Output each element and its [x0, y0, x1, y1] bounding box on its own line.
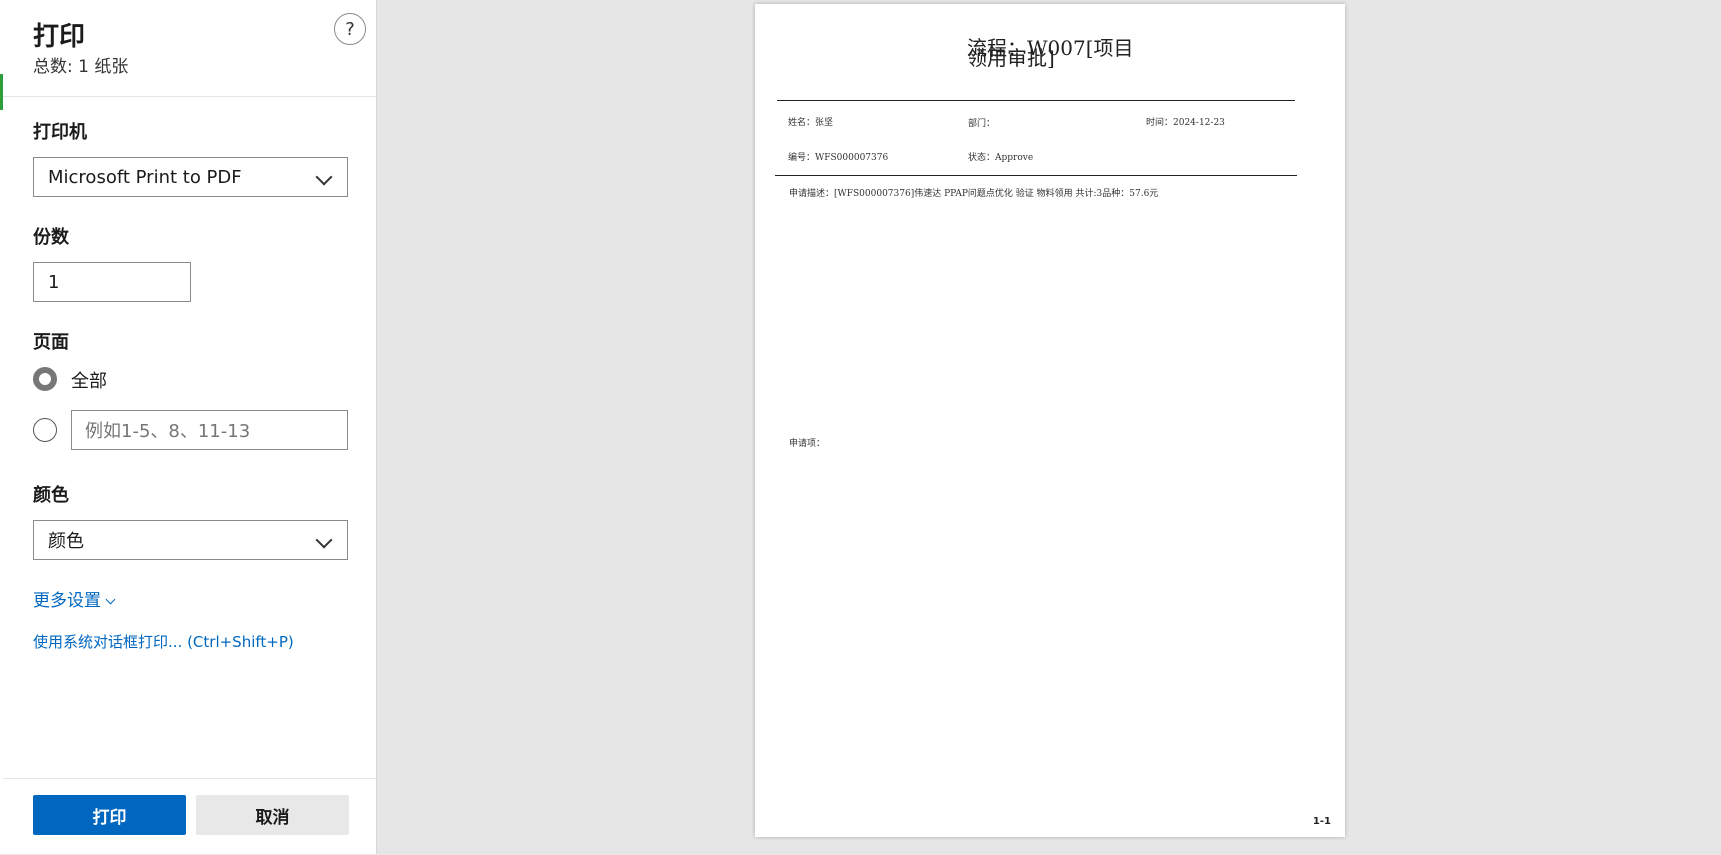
print-button[interactable]: 打印	[33, 795, 186, 835]
more-settings-link[interactable]: 更多设置	[33, 586, 116, 611]
panel-footer: 打印 取消	[3, 778, 376, 855]
more-settings-label: 更多设置	[33, 591, 101, 611]
cancel-button[interactable]: 取消	[196, 795, 349, 835]
color-label: 颜色	[33, 485, 69, 506]
field-number: 编号：WFS000007376	[788, 153, 889, 163]
printer-select-value: Microsoft Print to PDF	[48, 166, 242, 188]
info-rule	[775, 175, 1297, 176]
field-time: 时间：2024-12-23	[1146, 118, 1225, 128]
chevron-down-icon	[315, 531, 333, 549]
field-items-label: 申请项：	[789, 439, 826, 449]
color-select[interactable]: 颜色	[33, 520, 348, 560]
pages-range-radio[interactable]	[33, 418, 57, 442]
help-button[interactable]: ?	[334, 13, 366, 45]
copies-input[interactable]: 1	[33, 262, 191, 302]
page-number: 1-1	[1312, 816, 1331, 827]
field-department: 部门：	[968, 119, 996, 129]
header-rule	[777, 100, 1295, 101]
print-panel: 打印 总数: 1 纸张 ? 打印机 Microsoft Print to PDF…	[3, 0, 377, 854]
printer-select[interactable]: Microsoft Print to PDF	[33, 157, 348, 197]
chevron-down-icon	[105, 594, 116, 605]
pages-all-radio[interactable]	[33, 367, 57, 391]
pages-label: 页面	[33, 332, 69, 353]
field-name: 姓名：张坚	[788, 118, 834, 128]
panel-title: 打印	[33, 22, 86, 52]
field-status: 状态：Approve	[968, 153, 1034, 163]
copies-value: 1	[48, 271, 60, 293]
print-preview-page: 流程：W007[项目 领用审批] 姓名：张坚 部门： 时间：2024-12-23…	[755, 4, 1345, 837]
printer-label: 打印机	[33, 122, 87, 143]
sheet-count: 总数: 1 纸张	[33, 57, 129, 77]
panel-header: 打印 总数: 1 纸张 ?	[3, 0, 376, 97]
pages-range-input[interactable]: 例如1-5、8、11-13	[71, 410, 348, 450]
pages-range-placeholder: 例如1-5、8、11-13	[85, 421, 251, 442]
color-select-value: 颜色	[48, 531, 84, 552]
field-description: 申请描述：[WFS000007376]伟速达 PPAP问题点优化 验证 物料领用…	[789, 189, 1159, 199]
chevron-down-icon	[315, 168, 333, 186]
pages-all-label: 全部	[71, 371, 107, 392]
copies-label: 份数	[33, 227, 69, 248]
document-title: 流程：W007[项目 领用审批]	[967, 38, 1167, 68]
help-icon: ?	[345, 18, 355, 40]
system-dialog-link[interactable]: 使用系统对话框打印... (Ctrl+Shift+P)	[33, 631, 294, 652]
